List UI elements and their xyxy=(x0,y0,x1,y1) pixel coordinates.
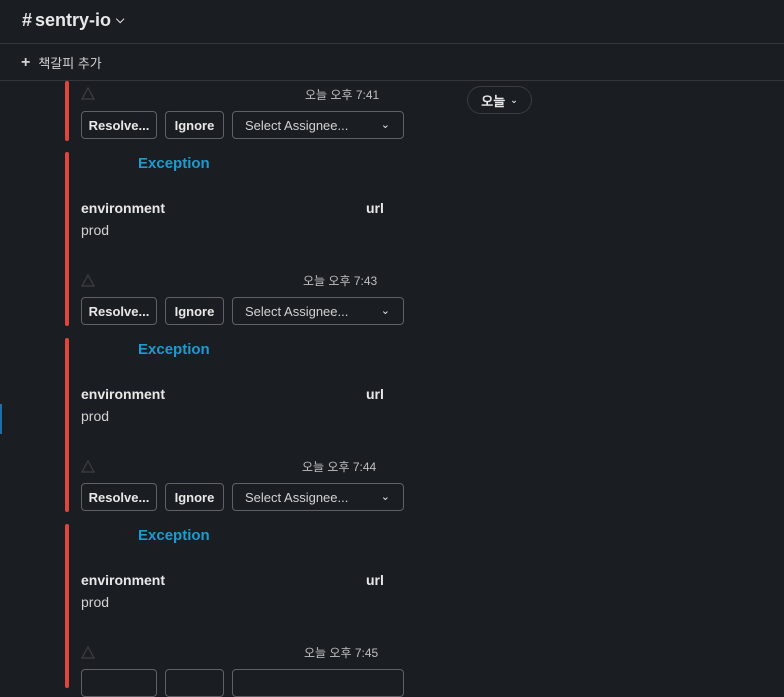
ignore-button[interactable]: Ignore xyxy=(165,297,224,325)
chevron-down-icon: ⌄ xyxy=(380,305,390,317)
warning-icon xyxy=(81,460,95,473)
field-label-url: url xyxy=(366,386,384,402)
attachment-bar xyxy=(65,524,69,688)
add-bookmark-label: 책갈피 추가 xyxy=(38,56,102,71)
hash-icon: # xyxy=(22,10,33,30)
assignee-select-value: Select Assignee... xyxy=(245,117,349,133)
field-value-environment: prod xyxy=(81,408,110,424)
message-timestamp[interactable]: 오늘 오후 7:43 xyxy=(303,272,377,289)
message-timestamp[interactable]: 오늘 오후 7:41 xyxy=(305,86,379,103)
add-bookmark-button[interactable]: + 책갈피 추가 xyxy=(21,53,102,72)
message-card: Exception environment prod url 오늘 오후 7:4… xyxy=(65,338,784,512)
chevron-down-icon: ⌄ xyxy=(380,119,390,131)
chevron-down-icon: ⌄ xyxy=(380,491,390,503)
chevron-down-icon: ⌵ xyxy=(116,14,125,26)
field-value-environment: prod xyxy=(81,594,110,610)
attachment-bar xyxy=(65,152,69,326)
assignee-select-value: Select Assignee... xyxy=(245,489,349,505)
date-divider-button[interactable]: 오늘 ⌄ xyxy=(467,86,532,114)
field-label-environment: environment xyxy=(81,386,166,402)
exception-link[interactable]: Exception xyxy=(138,155,210,172)
message-timestamp[interactable]: 오늘 오후 7:44 xyxy=(302,458,376,475)
ignore-button[interactable]: Ignore xyxy=(165,483,224,511)
resolve-button[interactable]: Resolve... xyxy=(81,297,157,325)
assignee-select[interactable]: Select Assignee... ⌄ xyxy=(232,483,404,511)
ignore-button[interactable]: Ignore xyxy=(165,111,224,139)
assignee-select-value: Select Assignee... xyxy=(245,303,349,319)
ignore-button[interactable] xyxy=(165,669,224,697)
warning-icon xyxy=(81,646,95,659)
attachment-bar xyxy=(65,338,69,512)
bookmark-bar: + 책갈피 추가 xyxy=(0,44,784,81)
attachment-bar xyxy=(65,81,69,141)
plus-icon: + xyxy=(21,53,31,71)
date-divider-label: 오늘 xyxy=(481,93,506,109)
exception-link[interactable]: Exception xyxy=(138,527,210,544)
channel-name: sentry-io xyxy=(35,10,112,30)
message-card: Exception environment prod url 오늘 오후 7:4… xyxy=(65,524,784,697)
chevron-down-icon: ⌄ xyxy=(510,94,518,105)
field-label-url: url xyxy=(366,572,384,588)
resolve-button[interactable]: Resolve... xyxy=(81,111,157,139)
resolve-button[interactable] xyxy=(81,669,157,697)
scroll-indicator xyxy=(0,404,2,434)
warning-icon xyxy=(81,274,95,287)
field-label-url: url xyxy=(366,200,384,216)
field-value-environment: prod xyxy=(81,222,110,238)
channel-header: # sentry-io ⌵ xyxy=(0,0,784,44)
message-timestamp[interactable]: 오늘 오후 7:45 xyxy=(304,644,378,661)
exception-link[interactable]: Exception xyxy=(138,341,210,358)
assignee-select[interactable]: Select Assignee... ⌄ xyxy=(232,297,404,325)
assignee-select[interactable]: Select Assignee... ⌄ xyxy=(232,111,404,139)
channel-name-button[interactable]: # sentry-io ⌵ xyxy=(22,10,124,31)
field-label-environment: environment xyxy=(81,200,166,216)
message-card: Exception environment prod url 오늘 오후 7:4… xyxy=(65,152,784,326)
field-label-environment: environment xyxy=(81,572,166,588)
resolve-button[interactable]: Resolve... xyxy=(81,483,157,511)
message-card: 오늘 오후 7:41 Resolve... Ignore Select Assi… xyxy=(65,81,784,141)
warning-icon xyxy=(81,87,95,100)
assignee-select[interactable] xyxy=(232,669,404,697)
